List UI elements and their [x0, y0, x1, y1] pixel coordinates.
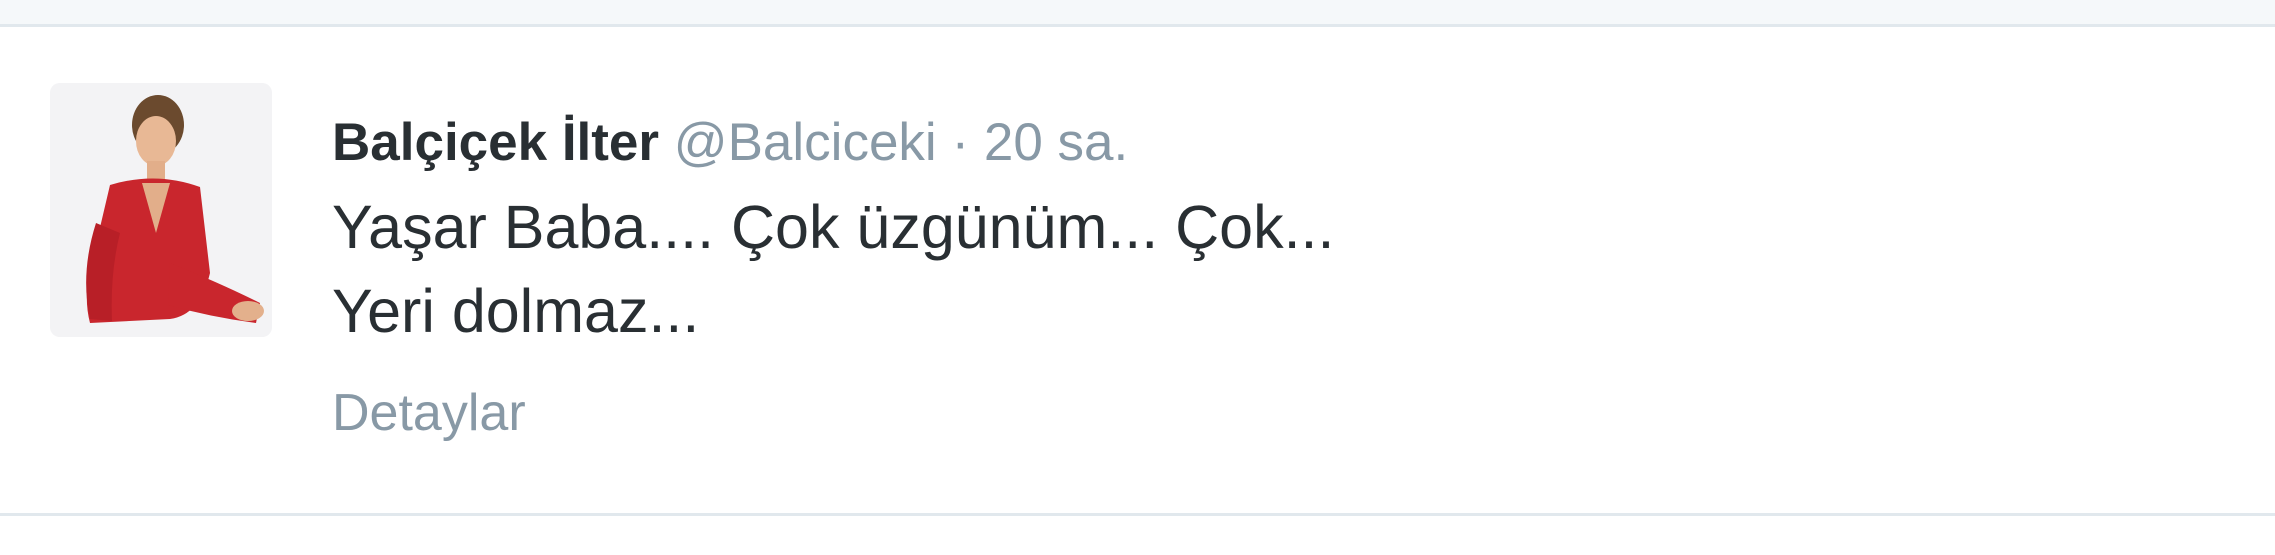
header-separator: · [951, 113, 970, 172]
details-link[interactable]: Detaylar [332, 378, 526, 448]
tweet-text: Yaşar Baba.... Çok üzgünüm... Çok... Yer… [332, 185, 2212, 353]
tweet-header: Balçiçek İlter @Balciceki · 20 sa. [332, 107, 2212, 179]
timeline-bottom-area [0, 516, 2275, 555]
tweet-text-line: Yeri dolmaz... [332, 277, 700, 345]
author-name[interactable]: Balçiçek İlter [332, 113, 659, 172]
tweet-timestamp[interactable]: 20 sa. [984, 113, 1128, 172]
avatar-photo-icon [50, 83, 272, 337]
author-avatar[interactable] [50, 83, 272, 337]
author-handle[interactable]: @Balciceki [674, 113, 937, 172]
timeline-top-divider [0, 0, 2275, 27]
tweet-text-line: Yaşar Baba.... Çok üzgünüm... Çok... [332, 193, 1335, 261]
tweet-item[interactable]: Balçiçek İlter @Balciceki · 20 sa. Yaşar… [0, 27, 2275, 513]
timeline-page: Balçiçek İlter @Balciceki · 20 sa. Yaşar… [0, 0, 2275, 555]
tweet-content: Balçiçek İlter @Balciceki · 20 sa. Yaşar… [332, 107, 2212, 353]
